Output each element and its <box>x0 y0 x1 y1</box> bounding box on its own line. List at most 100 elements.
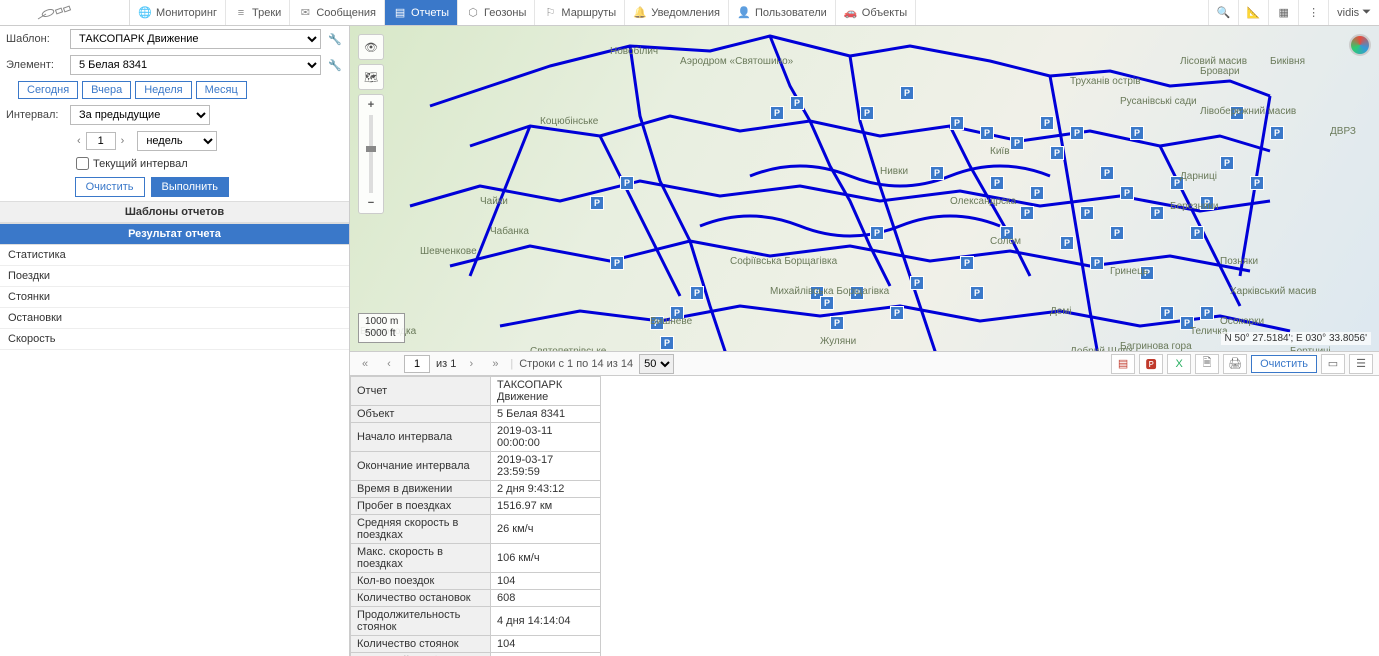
map[interactable]: PPPPPPPPPPPPPPPPPPPPPPPPPPPPPPPPPPPPPPPP… <box>350 26 1379 352</box>
result-item[interactable]: Остановки <box>0 308 349 329</box>
nav-routes[interactable]: ⚐Маршруты <box>535 0 625 25</box>
nav-label: Уведомления <box>651 7 720 19</box>
nav-users[interactable]: 👤 Пользователи <box>729 0 836 25</box>
page-size-select[interactable]: 50 <box>639 354 674 374</box>
interval-decrement[interactable]: ‹ <box>74 135 84 147</box>
page-next-button[interactable]: › <box>462 355 480 373</box>
period-Месяц[interactable]: Месяц <box>196 81 247 99</box>
parking-marker-icon: P <box>1100 166 1114 180</box>
parking-marker-icon: P <box>660 336 674 350</box>
template-label: Шаблон: <box>6 33 64 45</box>
report-clear-button[interactable]: Очистить <box>1251 355 1317 373</box>
parking-marker-icon: P <box>830 316 844 330</box>
nav-label: Геозоны <box>484 7 526 19</box>
parking-marker-icon: P <box>1050 146 1064 160</box>
apps-icon[interactable]: ▦ <box>1268 0 1298 25</box>
print-icon[interactable]: 🖨 <box>1223 354 1247 374</box>
map-toggle-icon[interactable]: ▭ <box>1321 354 1345 374</box>
nav-label: Сообщения <box>316 7 376 19</box>
nav-tracks[interactable]: ≡Треки <box>226 0 290 25</box>
ruler-icon[interactable]: 📐 <box>1238 0 1268 25</box>
list-toggle-icon[interactable]: ☰ <box>1349 354 1373 374</box>
report-toolbar: « ‹ из 1 › » | Строки с 1 по 14 из 14 50… <box>350 352 1379 376</box>
export-excel-icon[interactable]: X <box>1167 354 1191 374</box>
more-icon[interactable]: ⋮ <box>1298 0 1328 25</box>
result-item[interactable]: Скорость <box>0 329 349 350</box>
template-settings-icon[interactable]: 🔧 <box>327 33 343 46</box>
nav-label: Пользователи <box>755 7 827 19</box>
logo <box>0 0 130 25</box>
parking-marker-icon: P <box>1120 186 1134 200</box>
nav-geozones[interactable]: ⬡Геозоны <box>458 0 535 25</box>
nav-globe[interactable]: 🌐Мониторинг <box>130 0 226 25</box>
nav-label: Объекты <box>862 7 907 19</box>
parking-marker-icon: P <box>790 96 804 110</box>
interval-increment[interactable]: › <box>118 135 128 147</box>
export-html-icon[interactable]: ▤ <box>1111 354 1135 374</box>
parking-marker-icon: P <box>590 196 604 210</box>
parking-marker-icon: P <box>650 316 664 330</box>
parking-marker-icon: P <box>900 86 914 100</box>
element-select[interactable]: 5 Белая 8341 <box>70 55 321 75</box>
period-Сегодня[interactable]: Сегодня <box>18 81 78 99</box>
export-file-icon[interactable]: 🗎 <box>1195 354 1219 374</box>
globe-icon: 🌐 <box>138 6 152 20</box>
execute-button[interactable]: Выполнить <box>151 177 229 197</box>
page-input[interactable] <box>404 355 430 373</box>
page-first-button[interactable]: « <box>356 355 374 373</box>
templates-section-head[interactable]: Шаблоны отчетов <box>0 201 349 223</box>
interval-unit-select[interactable]: недель <box>137 131 217 151</box>
nav-notifications[interactable]: 🔔Уведомления <box>625 0 729 25</box>
period-Вчера[interactable]: Вчера <box>82 81 131 99</box>
stat-key: Количество стоянок <box>351 635 491 652</box>
map-layers-button[interactable]: 🗺 <box>358 64 384 90</box>
period-Неделя[interactable]: Неделя <box>135 81 191 99</box>
result-item[interactable]: Стоянки <box>0 287 349 308</box>
interval-label: Интервал: <box>6 109 64 121</box>
parking-marker-icon: P <box>1160 306 1174 320</box>
search-icon[interactable]: 🔍 <box>1208 0 1238 25</box>
user-menu[interactable]: vidis ⏷ <box>1328 0 1379 25</box>
parking-marker-icon: P <box>670 306 684 320</box>
parking-marker-icon: P <box>1070 126 1084 140</box>
parking-marker-icon: P <box>1190 226 1204 240</box>
result-section-head[interactable]: Результат отчета <box>0 223 349 245</box>
interval-count-input[interactable] <box>86 132 116 150</box>
parking-marker-icon: P <box>1200 196 1214 210</box>
zoom-in-button[interactable]: + <box>368 99 374 111</box>
page-of-label: из 1 <box>436 358 456 370</box>
export-pdf-icon[interactable]: 🅿 <box>1139 354 1163 374</box>
interval-type-select[interactable]: За предыдущие <box>70 105 210 125</box>
nav-objects[interactable]: 🚗Объекты <box>836 0 916 25</box>
parking-marker-icon: P <box>890 306 904 320</box>
current-interval-checkbox[interactable] <box>76 157 89 170</box>
parking-marker-icon: P <box>1080 206 1094 220</box>
table-row: Макс. скорость в поездках106 км/ч <box>351 543 601 572</box>
map-eye-button[interactable]: 👁 <box>358 34 384 60</box>
parking-marker-icon: P <box>1130 126 1144 140</box>
result-item[interactable]: Статистика <box>0 245 349 266</box>
clear-button[interactable]: Очистить <box>75 177 145 197</box>
map-provider-logo <box>1349 34 1371 56</box>
stat-value: 2 дня 9:43:12 <box>491 480 601 497</box>
users-icon: 👤 <box>737 6 751 20</box>
template-select[interactable]: ТАКСОПАРК Движение <box>70 29 321 49</box>
table-row: Пробег в поездках1516.97 км <box>351 497 601 514</box>
nav-reports[interactable]: ▤Отчеты <box>385 0 458 25</box>
stat-key: Окончание интервала <box>351 451 491 480</box>
zoom-slider[interactable]: + − <box>358 94 384 214</box>
zoom-out-button[interactable]: − <box>368 197 374 209</box>
parking-marker-icon: P <box>1220 156 1234 170</box>
parking-marker-icon: P <box>1250 176 1264 190</box>
page-prev-button[interactable]: ‹ <box>380 355 398 373</box>
page-last-button[interactable]: » <box>486 355 504 373</box>
user-name: vidis <box>1337 7 1359 19</box>
nav-messages[interactable]: ✉Сообщения <box>290 0 385 25</box>
parking-marker-icon: P <box>1200 306 1214 320</box>
result-item[interactable]: Поездки <box>0 266 349 287</box>
parking-marker-icon: P <box>820 296 834 310</box>
element-settings-icon[interactable]: 🔧 <box>327 59 343 72</box>
stat-key: Продолжительность стоянок <box>351 606 491 635</box>
map-coordinates: N 50° 27.5184'; E 030° 33.8056' <box>1221 332 1371 345</box>
parking-marker-icon: P <box>980 126 994 140</box>
